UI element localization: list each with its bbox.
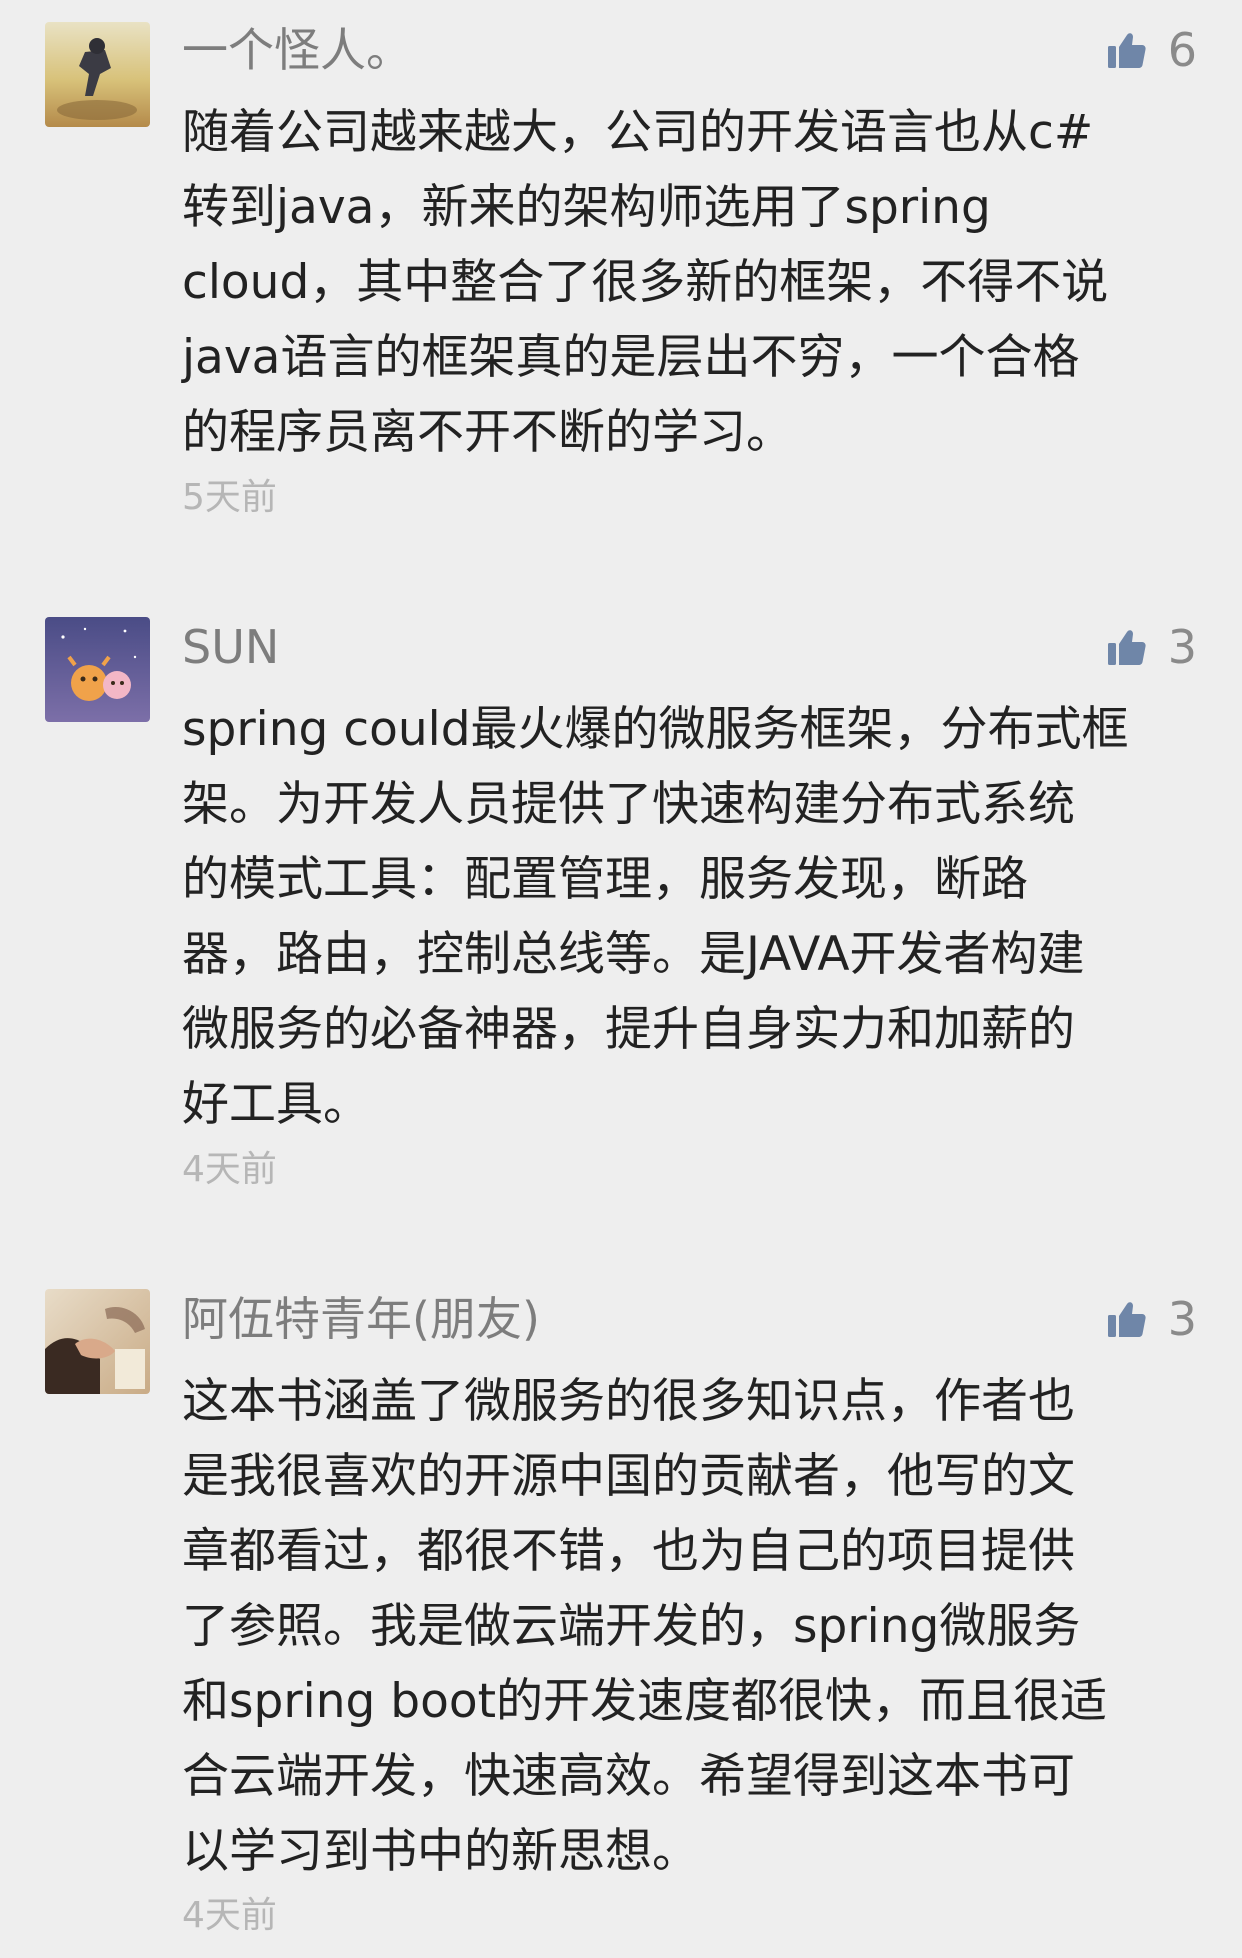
like-button[interactable]: 6	[1106, 20, 1197, 80]
nickname[interactable]: 一个怪人。	[182, 20, 412, 80]
timestamp: 4天前	[182, 1895, 277, 1936]
comment-text: 这本书涵盖了微服务的很多知识点，作者也 是我很喜欢的开源中国的贡献者，他写的文 …	[182, 1364, 1200, 1889]
comment-line: 合云端开发，快速高效。希望得到这本书可	[182, 1749, 1075, 1804]
comment-line: 好工具。	[182, 1077, 370, 1132]
comment-line: cloud，其中整合了很多新的框架，不得不说	[182, 255, 1109, 310]
comment-text: 随着公司越来越大，公司的开发语言也从c# 转到java，新来的架构师选用了spr…	[182, 95, 1200, 470]
comment-line: 这本书涵盖了微服务的很多知识点，作者也	[182, 1374, 1075, 1429]
avatar[interactable]	[45, 22, 150, 127]
comment-line: 随着公司越来越大，公司的开发语言也从c#	[182, 105, 1094, 160]
like-count: 3	[1167, 620, 1197, 674]
avatar-image	[45, 22, 150, 127]
timestamp: 5天前	[182, 477, 277, 518]
nickname[interactable]: SUN	[182, 617, 279, 677]
like-count: 6	[1167, 23, 1197, 77]
comment-line: 的模式工具：配置管理，服务发现，断路	[182, 852, 1028, 907]
avatar[interactable]	[45, 1289, 150, 1394]
comment-text: spring could最火爆的微服务框架，分布式框 架。为开发人员提供了快速构…	[182, 692, 1200, 1142]
thumbs-up-icon	[1106, 1299, 1146, 1339]
comment-line: 章都看过，都很不错，也为自己的项目提供	[182, 1524, 1075, 1579]
comment-line: 是我很喜欢的开源中国的贡献者，他写的文	[182, 1449, 1075, 1504]
comment-line: 转到java，新来的架构师选用了spring	[182, 180, 991, 235]
nickname[interactable]: 阿伍特青年(朋友)	[182, 1289, 540, 1349]
avatar-image	[45, 617, 150, 722]
like-count: 3	[1167, 1292, 1197, 1346]
timestamp: 4天前	[182, 1149, 277, 1190]
comment-line: 器，路由，控制总线等。是JAVA开发者构建	[182, 927, 1085, 982]
avatar-image	[45, 1289, 150, 1394]
comment-line: 的程序员离不开不断的学习。	[182, 405, 793, 460]
comment-line: 了参照。我是做云端开发的，spring微服务	[182, 1599, 1081, 1654]
comment-line: 以学习到书中的新思想。	[182, 1824, 699, 1879]
comment-line: 和spring boot的开发速度都很快，而且很适	[182, 1674, 1108, 1729]
thumbs-up-icon	[1106, 30, 1146, 70]
avatar[interactable]	[45, 617, 150, 722]
comment-line: 架。为开发人员提供了快速构建分布式系统	[182, 777, 1075, 832]
comment-line: 微服务的必备神器，提升自身实力和加薪的	[182, 1002, 1075, 1057]
like-button[interactable]: 3	[1106, 1289, 1197, 1349]
comment-line: spring could最火爆的微服务框架，分布式框	[182, 702, 1129, 757]
like-button[interactable]: 3	[1106, 617, 1197, 677]
thumbs-up-icon	[1106, 627, 1146, 667]
comment-line: java语言的框架真的是层出不穷，一个合格	[182, 330, 1080, 385]
